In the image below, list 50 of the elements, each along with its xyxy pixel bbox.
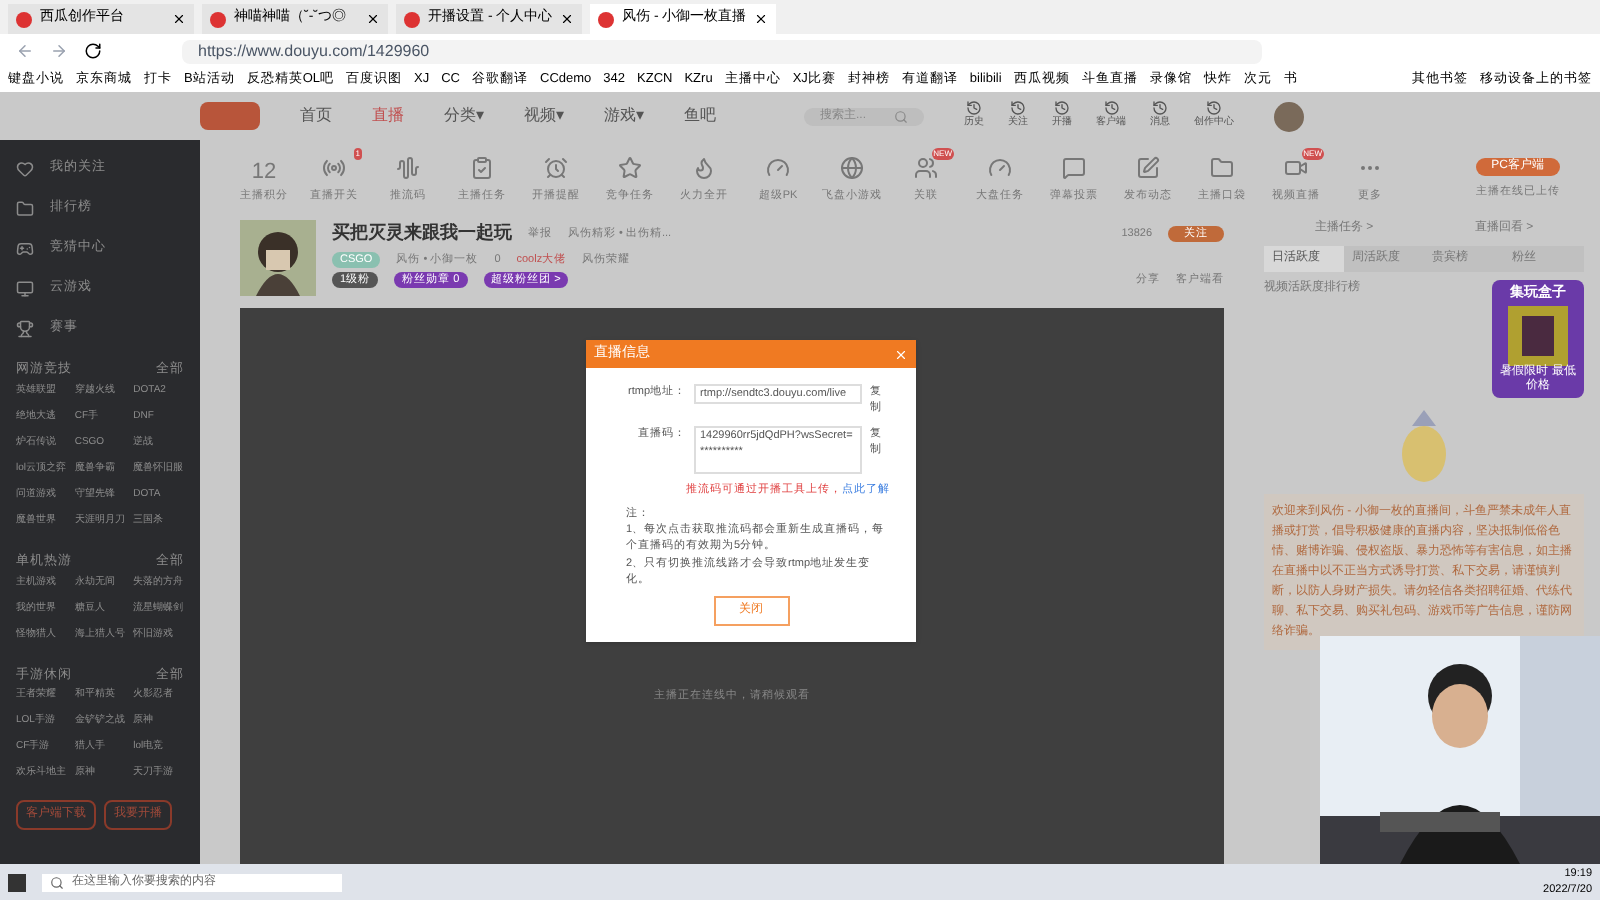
close-icon[interactable] <box>172 12 186 26</box>
favicon-icon <box>16 11 32 27</box>
tool-icon[interactable] <box>692 155 716 180</box>
tool-icon[interactable] <box>1284 155 1308 180</box>
clock-icon[interactable] <box>966 100 982 117</box>
tool-icon[interactable] <box>766 155 790 180</box>
reload-icon[interactable] <box>84 42 102 60</box>
close-icon[interactable] <box>560 12 575 26</box>
clock-icon[interactable] <box>1152 100 1168 117</box>
favicon-icon <box>598 11 614 27</box>
clock-icon[interactable] <box>1010 100 1026 117</box>
nav-link[interactable]: 直播 <box>372 104 404 128</box>
tool-icon[interactable] <box>322 155 346 180</box>
room-title: 买把灭灵来跟我一起玩 <box>332 220 512 246</box>
sidebar-icon <box>16 319 34 337</box>
back-icon[interactable] <box>16 42 34 60</box>
forward-icon[interactable] <box>50 42 68 60</box>
search-icon <box>50 875 64 889</box>
tool-icon[interactable] <box>914 155 938 180</box>
tool-icon[interactable] <box>840 155 864 180</box>
tool-icon[interactable] <box>1136 155 1160 180</box>
tool-icon[interactable] <box>618 155 642 180</box>
tool-icon[interactable] <box>1062 155 1086 180</box>
tool-icon[interactable] <box>396 155 420 180</box>
sidebar-icon <box>16 159 34 177</box>
nav-link[interactable]: 首页 <box>300 104 332 128</box>
address-bar[interactable]: https://www.douyu.com/1429960 <box>182 39 1262 63</box>
tool-icon[interactable] <box>988 155 1012 180</box>
tool-icon[interactable] <box>470 155 494 180</box>
tool-icon[interactable] <box>1210 155 1234 180</box>
tool-icon[interactable] <box>544 155 568 180</box>
sidebar-icon <box>16 279 34 297</box>
clock-icon[interactable] <box>1054 100 1070 117</box>
avatar <box>1274 101 1304 131</box>
sidebar-icon <box>16 239 34 257</box>
nav-link[interactable]: 游戏▾ <box>604 104 644 128</box>
score-value: 12 <box>251 157 277 188</box>
start-icon[interactable] <box>8 873 26 891</box>
clock-icon[interactable] <box>1206 100 1222 117</box>
nav-link[interactable]: 鱼吧 <box>684 104 716 128</box>
favicon-icon <box>210 11 226 27</box>
favicon-icon <box>404 11 420 27</box>
close-icon[interactable] <box>366 12 380 26</box>
nav-link[interactable]: 分类▾ <box>444 104 484 128</box>
logo-icon <box>200 102 260 130</box>
close-icon[interactable] <box>754 12 769 26</box>
search-icon <box>894 109 908 123</box>
clock-icon[interactable] <box>1103 100 1119 117</box>
sidebar-icon <box>16 199 34 217</box>
nav-link[interactable]: 视频▾ <box>524 104 564 128</box>
